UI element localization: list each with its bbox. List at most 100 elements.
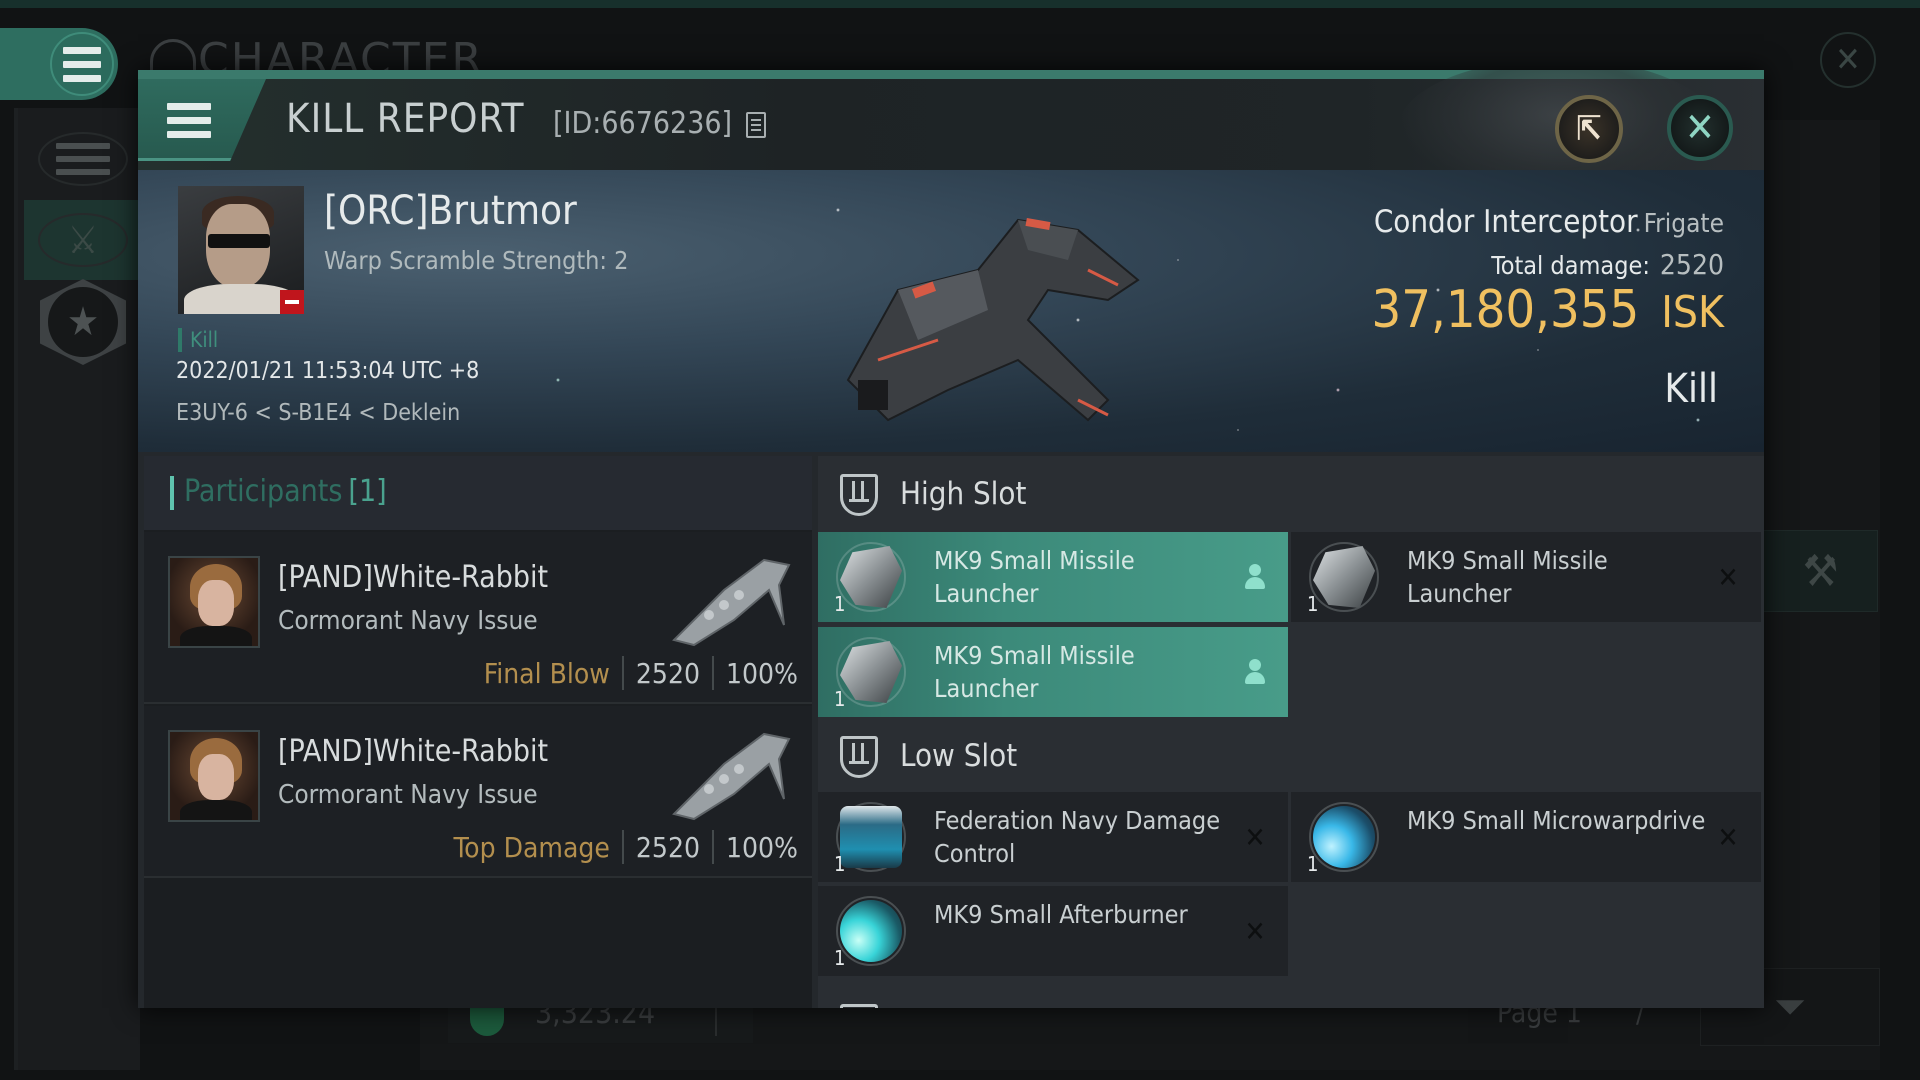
mid-slot-label: Mid Slot	[900, 1006, 1012, 1008]
menu-icon	[38, 132, 128, 186]
slot-shield-icon	[840, 1004, 878, 1008]
modal-menu-button[interactable]	[162, 98, 216, 142]
item-quantity: 1	[834, 946, 846, 970]
item-quantity: 1	[834, 687, 846, 711]
destroyed-icon: ✕	[1717, 560, 1739, 594]
menu-icon	[50, 32, 114, 96]
kill-type-tag: Kill	[178, 328, 218, 352]
item-name: MK9 Small Missile Launcher	[1407, 546, 1608, 608]
background-main-menu-button[interactable]	[0, 28, 118, 100]
microwarpdrive-icon	[1313, 806, 1375, 868]
destroyed-icon: ✕	[1717, 820, 1739, 854]
victim-ship-name[interactable]: Condor Interceptor Frigate	[1374, 204, 1724, 240]
participant-stats: Final Blow 2520 100%	[484, 656, 798, 690]
participant-name: [PAND]White-Rabbit	[278, 734, 549, 769]
copy-icon[interactable]	[746, 112, 766, 138]
participants-count: [1]	[348, 474, 387, 509]
victim-name[interactable]: [ORC]Brutmor	[324, 188, 577, 234]
participants-title: Participants [1]	[184, 474, 387, 509]
participant-ship: Cormorant Navy Issue	[278, 780, 538, 810]
item-quantity: 1	[834, 852, 846, 876]
isk-unit: ISK	[1661, 287, 1724, 338]
participant-name: [PAND]White-Rabbit	[278, 560, 549, 595]
background-fitting-button[interactable]: ⚒	[1763, 530, 1878, 612]
participants-panel: Participants [1] [PAND]White-Rabbit Cormo…	[144, 456, 812, 1008]
item-name: MK9 Small Missile Launcher	[934, 641, 1135, 703]
participant-damage-percent: 100%	[725, 656, 798, 690]
background-top-bar	[0, 0, 1920, 8]
total-damage-label: Total damage:	[1491, 251, 1650, 280]
participant-damage: 2520	[635, 830, 700, 864]
item-quantity: 1	[1307, 592, 1319, 616]
destroyed-icon: ✕	[1244, 914, 1266, 948]
menu-icon	[167, 102, 211, 138]
external-link-icon: ⇱	[1576, 109, 1602, 149]
crossed-swords-icon: ⚔	[38, 213, 128, 267]
share-button[interactable]: ⇱	[1555, 95, 1623, 163]
close-button[interactable]: ✕	[1667, 95, 1733, 161]
high-slot-label: High Slot	[900, 476, 1027, 512]
item-name: Federation Navy Damage Control	[934, 806, 1221, 868]
ship-class: Frigate	[1643, 209, 1724, 239]
participant-row[interactable]: [PAND]White-Rabbit Cormorant Navy Issue …	[144, 706, 812, 878]
report-id: [ID:6676236]	[553, 106, 733, 141]
slot-item-high-2[interactable]: 1 MK9 Small Missile Launcher ✕	[1291, 532, 1761, 622]
item-quantity: 1	[1307, 852, 1319, 876]
item-name: MK9 Small Microwarpdrive	[1407, 806, 1706, 835]
total-damage-value: 2520	[1659, 248, 1724, 281]
low-slot-label: Low Slot	[900, 738, 1018, 774]
slot-item-high-1[interactable]: 1 MK9 Small Missile Launcher	[818, 532, 1288, 622]
participant-row[interactable]: [PAND]White-Rabbit Cormorant Navy Issue …	[144, 532, 812, 704]
item-quantity: 1	[834, 592, 846, 616]
victim-banner: [ORC]Brutmor Warp Scramble Strength: 2 K…	[138, 170, 1764, 452]
fitting-slots-panel: High Slot 1 MK9 Small Missile Launcher 1…	[818, 456, 1764, 1008]
wrench-screwdriver-icon: ⚒	[1802, 545, 1839, 597]
negative-standing-icon	[280, 290, 304, 314]
slot-item-low-2[interactable]: 1 MK9 Small Microwarpdrive ✕	[1291, 792, 1761, 882]
background-sidebar: ⚔ ★	[14, 108, 142, 1070]
participant-avatar[interactable]	[168, 556, 260, 648]
modal-title: KILL REPORT	[286, 96, 525, 142]
kill-location[interactable]: E3UY-6 < S-B1E4 < Deklein	[176, 400, 460, 426]
afterburner-icon	[840, 900, 902, 962]
fitted-status-icon	[1240, 562, 1270, 592]
participant-ship-image	[672, 732, 791, 821]
kill-report-modal: KILL REPORT [ID:6676236] ⇱ ✕ [ORC]Brutmo…	[138, 70, 1764, 1008]
sidebar-item-menu[interactable]	[24, 120, 142, 198]
slot-item-low-3[interactable]: 1 MK9 Small Afterburner ✕	[818, 886, 1288, 976]
damage-control-icon	[840, 806, 902, 868]
participant-stats: Top Damage 2520 100%	[454, 830, 798, 864]
destroyed-icon: ✕	[1244, 820, 1266, 854]
participants-header: Participants [1]	[144, 456, 812, 530]
isk-value: 37,180,355 ISK	[1371, 280, 1724, 340]
isk-amount: 37,180,355	[1371, 280, 1640, 340]
fitted-status-icon	[1240, 657, 1270, 687]
participant-damage: 2520	[635, 656, 700, 690]
slot-shield-icon	[840, 474, 878, 516]
participant-ship-image	[672, 558, 791, 647]
mid-slot-header-partial: Mid Slot	[818, 986, 1764, 1008]
kill-datetime: 2022/01/21 11:53:04 UTC +8	[176, 358, 480, 384]
background-close-button[interactable]: ✕	[1820, 32, 1876, 88]
slot-item-low-1[interactable]: 1 Federation Navy Damage Control ✕	[818, 792, 1288, 882]
total-damage: Total damage: 2520	[1491, 248, 1724, 281]
item-name: MK9 Small Missile Launcher	[934, 546, 1135, 608]
close-icon: ✕	[1684, 105, 1716, 151]
participant-damage-percent: 100%	[725, 830, 798, 864]
high-slot-header: High Slot	[818, 456, 1764, 532]
sidebar-item-star[interactable]: ★	[24, 279, 142, 365]
result-label: Kill	[1664, 366, 1718, 412]
item-name: MK9 Small Afterburner	[934, 900, 1188, 929]
victim-ship-image	[846, 217, 1140, 422]
participant-role: Top Damage	[453, 830, 610, 864]
star-badge-icon: ★	[40, 279, 126, 365]
sidebar-item-combat[interactable]: ⚔	[24, 200, 142, 280]
warp-scramble-strength: Warp Scramble Strength: 2	[324, 246, 629, 275]
participants-title-text: Participants	[184, 474, 343, 509]
filter-icon: ⏷	[1774, 984, 1806, 1030]
participant-avatar[interactable]	[168, 730, 260, 822]
ship-name-text: Condor Interceptor	[1373, 204, 1638, 240]
participant-role: Final Blow	[483, 656, 610, 690]
slot-item-high-3[interactable]: 1 MK9 Small Missile Launcher	[818, 627, 1288, 717]
low-slot-header: Low Slot	[818, 718, 1764, 794]
